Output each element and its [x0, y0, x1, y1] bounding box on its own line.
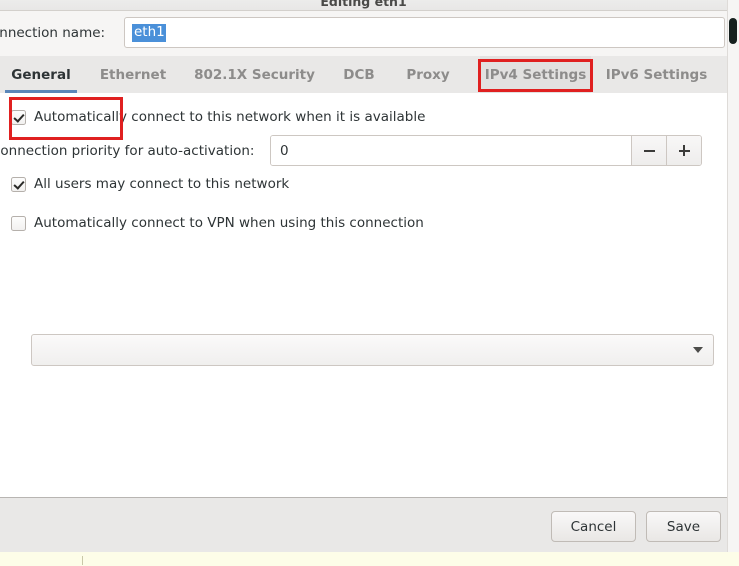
all-users-checkbox[interactable] — [11, 176, 26, 192]
tab-ipv4-settings[interactable]: IPv4 Settings — [480, 56, 591, 93]
tab-ethernet[interactable]: Ethernet — [93, 56, 173, 93]
tab-dcb[interactable]: DCB — [336, 56, 382, 93]
vpn-connection-combobox[interactable] — [31, 334, 714, 366]
cancel-button[interactable]: Cancel — [551, 511, 636, 542]
window-title: Editing eth1 — [320, 0, 407, 9]
priority-decrement-button[interactable] — [631, 136, 666, 165]
tab-proxy[interactable]: Proxy — [398, 56, 458, 93]
connection-name-row: onnection name: eth1 — [0, 11, 727, 56]
connection-name-input[interactable]: eth1 — [124, 17, 725, 48]
auto-connect-checkbox[interactable] — [11, 109, 26, 125]
connection-priority-stepper[interactable]: 0 — [270, 135, 702, 166]
vertical-scrollbar-thumb[interactable] — [729, 18, 737, 44]
connection-name-value: eth1 — [132, 23, 166, 42]
connection-priority-input[interactable]: 0 — [271, 136, 631, 165]
dialog-action-bar: Cancel Save — [0, 498, 727, 553]
auto-vpn-checkbox-row[interactable]: Automatically connect to VPN when using … — [11, 215, 424, 231]
general-tab-panel: Automatically connect to this network wh… — [0, 93, 727, 498]
connection-priority-label: Connection priority for auto-activation: — [0, 143, 255, 159]
plus-icon — [678, 145, 690, 156]
vertical-scrollbar-track[interactable] — [727, 0, 739, 552]
tab-ipv6-settings[interactable]: IPv6 Settings — [601, 56, 712, 93]
priority-increment-button[interactable] — [666, 136, 701, 165]
chevron-down-icon — [693, 347, 703, 353]
connection-name-label: onnection name: — [0, 25, 106, 41]
editing-connection-dialog: Editing eth1 onnection name: eth1 Genera… — [0, 0, 739, 566]
auto-connect-checkbox-row[interactable]: Automatically connect to this network wh… — [11, 109, 425, 125]
text-caret — [82, 556, 83, 565]
background-page-strip — [0, 552, 739, 566]
auto-vpn-checkbox[interactable] — [11, 215, 26, 231]
all-users-label: All users may connect to this network — [34, 176, 290, 192]
title-bar: Editing eth1 — [0, 0, 727, 11]
settings-tab-strip: General Ethernet 802.1X Security DCB Proxy IP… — [0, 56, 727, 94]
all-users-checkbox-row[interactable]: All users may connect to this network — [11, 176, 289, 192]
tab-general[interactable]: General — [5, 56, 77, 93]
auto-vpn-label: Automatically connect to VPN when using … — [34, 215, 424, 231]
tab-802-1x-security[interactable]: 802.1X Security — [189, 56, 320, 93]
save-button[interactable]: Save — [646, 511, 721, 542]
auto-connect-label: Automatically connect to this network wh… — [34, 109, 426, 125]
minus-icon — [643, 145, 655, 156]
